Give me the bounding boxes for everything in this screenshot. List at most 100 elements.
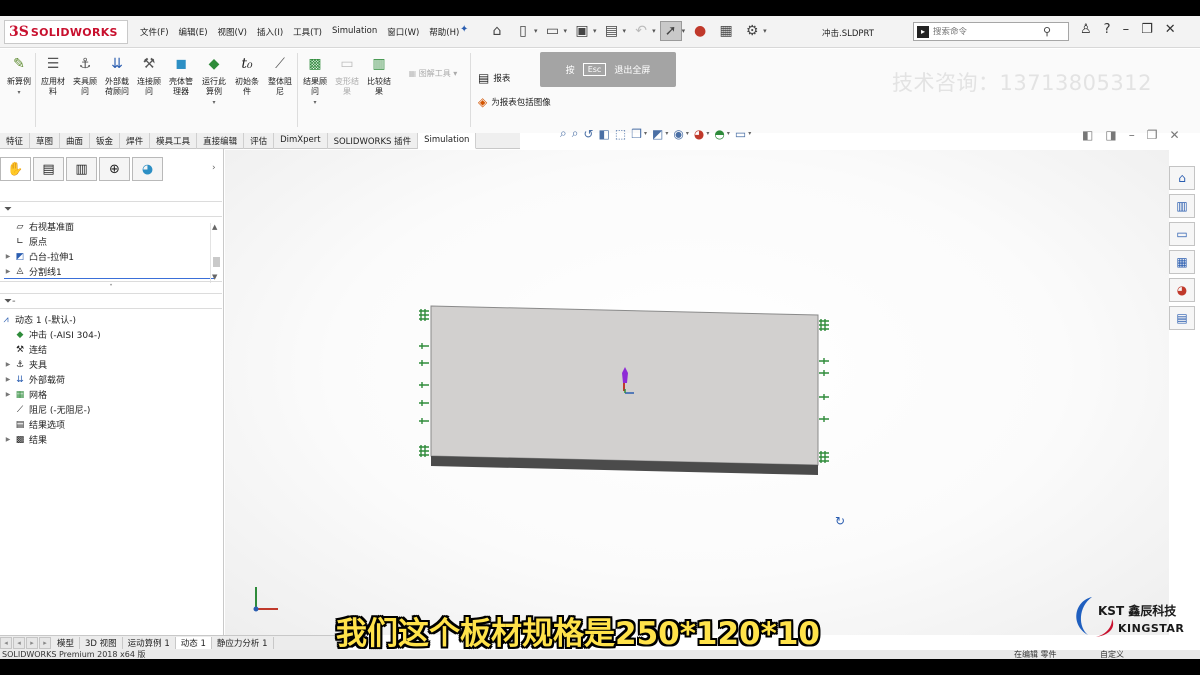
tree-item-origin[interactable]: ∟ 原点 (4, 234, 214, 249)
chevron-down-icon[interactable]: ▾ (652, 27, 656, 35)
previous-tab-icon[interactable]: ◂ (13, 637, 25, 649)
section-view-icon[interactable]: ◧ (599, 127, 610, 141)
menu-window[interactable]: 窗口(W) (387, 26, 419, 38)
chevron-down-icon[interactable]: ▾ (564, 27, 568, 35)
search-scope-icon[interactable]: ▸ (917, 25, 929, 38)
rotate-icon[interactable]: ↻ (835, 514, 845, 528)
fixtures-advisor-button[interactable]: ⚓ 夹具顾 问 (68, 53, 102, 97)
custom-properties-icon[interactable]: ▤ (1169, 306, 1195, 330)
include-image-button[interactable]: ◈ 为报表包括图像 (478, 93, 551, 111)
feature-manager-tab-icon[interactable]: ✋ (0, 157, 31, 181)
tab-model[interactable]: 模型 (52, 637, 81, 649)
viewport-restore-icon[interactable]: ❐ (1147, 128, 1158, 142)
scroll-up-icon[interactable]: ▲ (212, 223, 217, 231)
help-icon[interactable]: ? (1104, 22, 1111, 37)
viewport-minimize-icon[interactable]: – (1129, 128, 1135, 142)
chevron-down-icon[interactable]: ▾ (682, 27, 686, 35)
report-button[interactable]: ▤ 报表 (478, 69, 510, 87)
print-icon[interactable]: ▤ (601, 21, 623, 41)
edit-appearance-icon[interactable]: ◕ (694, 127, 704, 141)
solidworks-resources-icon[interactable]: ⌂ (1169, 166, 1195, 190)
menu-insert[interactable]: 插入(I) (257, 26, 283, 38)
view-orientation-icon[interactable]: ❒ (631, 127, 642, 141)
tree-item-fixtures[interactable]: ▶ ⚓ 夹具 (0, 357, 210, 372)
expand-arrow-icon[interactable]: ▶ (4, 376, 12, 383)
design-library-icon[interactable]: ▥ (1169, 194, 1195, 218)
undo-icon[interactable]: ↶ (630, 21, 652, 41)
open-folder-icon[interactable]: ▭ (542, 21, 564, 41)
tree-item-dynamic-study[interactable]: ⩘ 动态 1 (-默认-) (0, 312, 210, 327)
chevron-down-icon[interactable]: ▾ (686, 130, 689, 137)
tree-item-right-plane[interactable]: ▱ 右视基准面 (4, 219, 214, 234)
tab-addins[interactable]: SOLIDWORKS 插件 (328, 133, 419, 149)
property-manager-tab-icon[interactable]: ▤ (33, 157, 64, 181)
plot-tools-button[interactable]: ▦ 图解工具 ▾ (398, 69, 468, 79)
tab-mold-tools[interactable]: 模具工具 (150, 133, 198, 149)
expand-arrow-icon[interactable]: ▶ (4, 391, 12, 398)
view-settings-icon[interactable]: ▭ (735, 127, 746, 141)
search-icon[interactable]: ⚲ (1043, 25, 1051, 38)
tree-item-part[interactable]: ◆ 冲击 (-AISI 304-) (0, 327, 210, 342)
chevron-down-icon[interactable]: ▾ (593, 27, 597, 35)
pin-icon[interactable]: ✦ (460, 24, 468, 35)
connections-advisor-button[interactable]: ⚒ 连接顾 问 (132, 53, 166, 97)
new-study-button[interactable]: ✎ 新算例 ▾ (2, 53, 36, 96)
tab-simulation[interactable]: Simulation (418, 133, 477, 149)
scroll-down-icon[interactable]: ▼ (212, 273, 217, 281)
new-document-icon[interactable]: ▯ (512, 21, 534, 41)
chevron-right-icon[interactable]: › (212, 163, 216, 173)
next-tab-icon[interactable]: ▸ (26, 637, 38, 649)
display-style-icon[interactable]: ◩ (652, 127, 663, 141)
tab-weldments[interactable]: 焊件 (120, 133, 151, 149)
save-icon[interactable]: ▣ (571, 21, 593, 41)
compare-results-button[interactable]: ▥ 比较结 果 (362, 53, 396, 97)
file-properties-icon[interactable]: ▦ (715, 21, 737, 41)
last-tab-icon[interactable]: ▸ (39, 637, 51, 649)
tree-item-results[interactable]: ▶ ▩ 结果 (0, 432, 210, 447)
expand-arrow-icon[interactable]: ▶ (4, 436, 12, 443)
tab-evaluate[interactable]: 评估 (244, 133, 275, 149)
tree-item-damping[interactable]: ⟋ 阻尼 (-无阻尼-) (0, 402, 210, 417)
tab-dimxpert[interactable]: DimXpert (274, 133, 328, 149)
close-icon[interactable]: ✕ (1165, 22, 1176, 37)
tab-static-study[interactable]: 静应力分析 1 (212, 637, 274, 649)
run-study-button[interactable]: ◆ 运行此 算例 ▾ (197, 53, 231, 106)
tree-item-split-line[interactable]: ▶ ◬ 分割线1 (4, 264, 214, 279)
scrollbar-thumb[interactable] (213, 257, 220, 267)
menu-tools[interactable]: 工具(T) (293, 26, 322, 38)
zoom-to-fit-icon[interactable]: ⌕ (560, 126, 567, 141)
panel-splitter[interactable]: • (0, 281, 222, 289)
results-advisor-button[interactable]: ▩ 结果顾 问 ▾ (298, 53, 332, 106)
tab-surfaces[interactable]: 曲面 (60, 133, 91, 149)
solidworks-logo[interactable]: 3S SOLIDWORKS (4, 20, 128, 44)
menu-help[interactable]: 帮助(H) (429, 26, 459, 38)
deformed-result-button[interactable]: ▭ 变形结 果 (330, 53, 364, 97)
viewport-split-icon[interactable]: ◧ (1082, 128, 1093, 142)
file-explorer-icon[interactable]: ▭ (1169, 222, 1195, 246)
tab-motion-study[interactable]: 运动算例 1 (123, 637, 176, 649)
chevron-down-icon[interactable]: ▾ (644, 130, 647, 137)
external-loads-advisor-button[interactable]: ⇊ 外部载 荷顾问 (100, 53, 134, 97)
tab-sketch[interactable]: 草图 (30, 133, 61, 149)
tree-item-extrude[interactable]: ▶ ◩ 凸台-拉伸1 (4, 249, 214, 264)
user-icon[interactable]: ♙ (1080, 22, 1092, 37)
appearances-icon[interactable]: ◕ (1169, 278, 1195, 302)
tab-dynamic-study[interactable]: 动态 1 (175, 637, 212, 649)
apply-material-button[interactable]: ☰ 应用材 料 (36, 53, 70, 97)
display-manager-tab-icon[interactable]: ◕ (132, 157, 163, 181)
study-tree-filter[interactable]: ⏷- (0, 293, 222, 309)
view-palette-icon[interactable]: ▦ (1169, 250, 1195, 274)
tab-direct-editing[interactable]: 直接编辑 (197, 133, 245, 149)
initial-condition-button[interactable]: t₀ 初始条 件 (230, 53, 264, 97)
apply-scene-icon[interactable]: ◓ (714, 127, 724, 141)
shell-manager-button[interactable]: ◼ 壳体管 理器 (164, 53, 198, 97)
previous-view-icon[interactable]: ↺ (583, 127, 593, 141)
expand-arrow-icon[interactable]: ▶ (4, 361, 12, 368)
chevron-down-icon[interactable]: ▾ (623, 27, 627, 35)
tree-item-connections[interactable]: ⚒ 连结 (0, 342, 210, 357)
menu-file[interactable]: 文件(F) (140, 26, 169, 38)
expand-arrow-icon[interactable]: ▶ (4, 253, 12, 260)
configuration-manager-tab-icon[interactable]: ▥ (66, 157, 97, 181)
tab-sheet-metal[interactable]: 钣金 (90, 133, 121, 149)
search-input[interactable] (933, 26, 1043, 37)
